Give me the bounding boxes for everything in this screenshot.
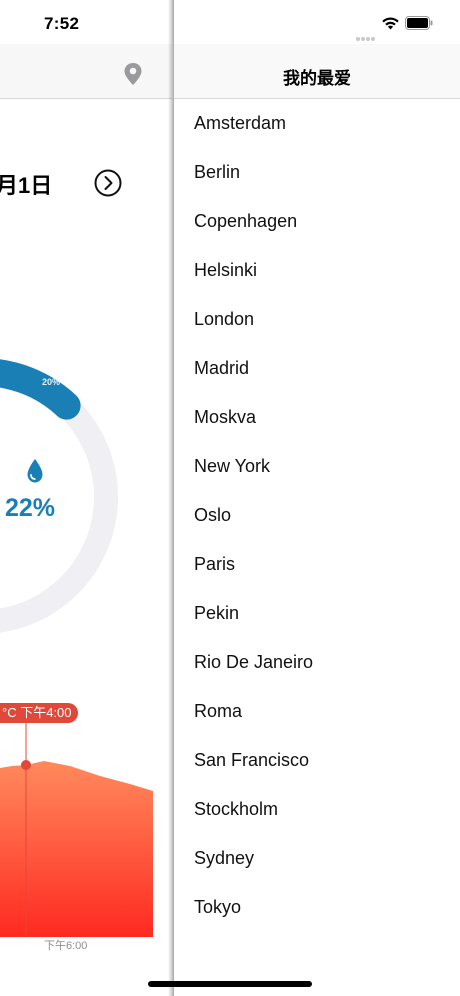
city-item-rio-de-janeiro[interactable]: Rio De Janeiro [174, 638, 460, 687]
city-item-san-francisco[interactable]: San Francisco [174, 736, 460, 785]
location-pin-icon[interactable] [123, 62, 143, 86]
city-item-copenhagen[interactable]: Copenhagen [174, 197, 460, 246]
status-bar-right [174, 0, 460, 44]
city-item-roma[interactable]: Roma [174, 687, 460, 736]
favorites-panel: 我的最爱 Amsterdam Berlin Copenhagen Helsink… [174, 0, 460, 996]
status-time: 7:52 [44, 14, 80, 33]
background-weather-screen: 7:52 月1日 20% 22% °C 下午4:00 下午6:00 [0, 0, 172, 996]
city-item-stockholm[interactable]: Stockholm [174, 785, 460, 834]
water-drop-icon [27, 459, 43, 483]
city-item-london[interactable]: London [174, 295, 460, 344]
battery-icon [405, 16, 433, 30]
ring-percent-label: 20% [42, 377, 61, 387]
favorites-header: 我的最爱 [174, 44, 460, 99]
chart-tooltip: °C 下午4:00 [0, 703, 78, 723]
weather-navbar [0, 44, 172, 99]
city-item-new-york[interactable]: New York [174, 442, 460, 491]
date-label: 月1日 [0, 173, 53, 198]
city-item-pekin[interactable]: Pekin [174, 589, 460, 638]
next-day-button[interactable] [94, 169, 122, 197]
temperature-area [0, 761, 153, 937]
city-item-helsinki[interactable]: Helsinki [174, 246, 460, 295]
page-title: 我的最爱 [283, 69, 351, 88]
city-item-tokyo[interactable]: Tokyo [174, 883, 460, 932]
home-indicator[interactable] [148, 981, 312, 987]
humidity-value: 22% [5, 494, 56, 522]
city-item-madrid[interactable]: Madrid [174, 344, 460, 393]
city-item-amsterdam[interactable]: Amsterdam [174, 99, 460, 148]
city-item-moskva[interactable]: Moskva [174, 393, 460, 442]
city-item-oslo[interactable]: Oslo [174, 491, 460, 540]
city-item-sydney[interactable]: Sydney [174, 834, 460, 883]
selected-point [21, 760, 31, 770]
wifi-icon [382, 17, 399, 30]
city-item-berlin[interactable]: Berlin [174, 148, 460, 197]
favorite-cities-list: Amsterdam Berlin Copenhagen Helsinki Lon… [174, 99, 460, 932]
city-item-paris[interactable]: Paris [174, 540, 460, 589]
chart-x-axis-label: 下午6:00 [44, 940, 88, 952]
